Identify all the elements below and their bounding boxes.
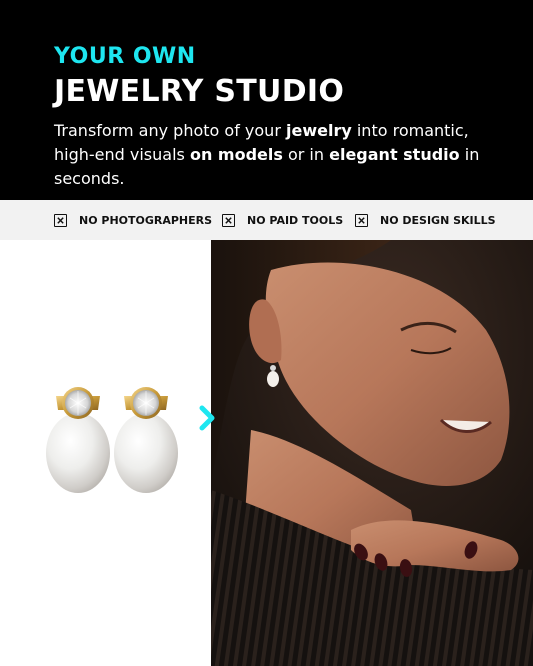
left-earring	[46, 387, 110, 493]
feature-label: NO DESIGN SKILLS	[380, 213, 496, 227]
feature-label: NO PHOTOGRAPHERS	[79, 213, 213, 227]
pearl-earrings-illustration	[46, 387, 178, 493]
right-earring	[114, 387, 178, 493]
features-bar: NO PHOTOGRAPHERS NO PAID TOOLS NO DESIGN…	[0, 200, 533, 240]
x-box-icon	[54, 213, 67, 227]
hero-header: YOUR OWN JEWELRY STUDIO Transform any ph…	[0, 0, 533, 200]
x-box-icon	[355, 213, 368, 227]
feature-label: NO PAID TOOLS	[247, 213, 344, 227]
x-box-icon	[222, 213, 235, 227]
feature-no-paid-tools: NO PAID TOOLS	[222, 200, 343, 240]
arrow-right-icon	[199, 405, 215, 431]
subtitle-bold: on models	[189, 145, 283, 164]
page-title: JEWELRY STUDIO	[54, 74, 345, 109]
model-photo	[211, 240, 533, 666]
hero-subtitle: Transform any photo of your jewelry into…	[54, 119, 504, 191]
subtitle-bold: elegant studio	[329, 145, 460, 164]
model-illustration	[211, 240, 533, 666]
ad-page: YOUR OWN JEWELRY STUDIO Transform any ph…	[0, 0, 533, 666]
feature-no-design-skills: NO DESIGN SKILLS	[355, 200, 496, 240]
feature-no-photographers: NO PHOTOGRAPHERS	[54, 200, 212, 240]
subtitle-text: or in	[282, 145, 330, 164]
eyebrow-text: YOUR OWN	[54, 44, 196, 69]
product-image-earrings	[0, 240, 211, 666]
subtitle-text: Transform any photo of your	[54, 121, 286, 140]
subtitle-bold: jewelry	[285, 121, 352, 140]
